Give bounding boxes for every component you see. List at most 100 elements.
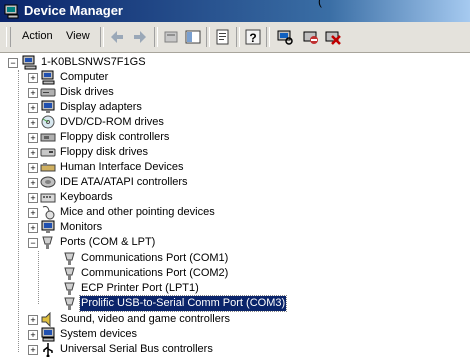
tree-item-hid[interactable]: + Human Interface Devices (0, 160, 360, 175)
expand-toggle[interactable]: + (28, 163, 38, 173)
port-label: ECP Printer Port (LPT1) (81, 282, 199, 294)
port-icon (64, 282, 75, 295)
tree-item-label: Human Interface Devices (60, 161, 184, 173)
port-com3-selected[interactable]: Prolific USB-to-Serial Comm Port (COM3) (48, 295, 378, 312)
device-tree[interactable]: − 1-K0BLSNWS7F1GS + Computer + Disk driv… (0, 53, 470, 357)
hid-icon (40, 163, 56, 172)
monitor-icon (41, 220, 55, 233)
device-manager-icon (4, 4, 19, 19)
monitor-icon (41, 100, 55, 113)
tree-item-label: Mice and other pointing devices (60, 206, 215, 218)
expand-toggle[interactable]: + (28, 73, 38, 83)
tree-item-label: Floppy disk controllers (60, 131, 170, 143)
expand-toggle[interactable]: + (28, 345, 38, 355)
back-arrow-icon[interactable] (108, 28, 126, 46)
mouse-icon (42, 206, 55, 220)
tree-item-label: Display adapters (60, 101, 142, 113)
tree-item-mice[interactable]: + Mice and other pointing devices (0, 205, 360, 220)
title-fragment: ( (318, 0, 322, 8)
speaker-icon (41, 312, 51, 327)
port-com1[interactable]: Communications Port (COM1) (48, 251, 378, 266)
toolbar: Action View ? (0, 22, 470, 53)
computer-icon (22, 55, 37, 70)
tree-item-monitors[interactable]: + Monitors (0, 220, 360, 235)
title-bar: Device Manager ( (0, 0, 470, 22)
tree-item-label: IDE ATA/ATAPI controllers (60, 176, 188, 188)
port-icon (42, 236, 53, 249)
expand-toggle[interactable]: + (28, 103, 38, 113)
tree-item-label: Keyboards (60, 191, 113, 203)
usb-icon (43, 343, 53, 357)
tree-connector (38, 251, 39, 304)
svg-text:?: ? (249, 31, 256, 45)
expand-toggle[interactable]: + (28, 193, 38, 203)
tree-item-system-devices[interactable]: + System devices (0, 327, 360, 342)
scan-hardware-icon[interactable] (276, 28, 294, 46)
disk-drive-icon (40, 88, 56, 97)
toolbar-separator (100, 27, 104, 47)
tree-root[interactable]: − 1-K0BLSNWS7F1GS (8, 55, 308, 70)
controller-icon (40, 133, 56, 142)
system-icon (41, 327, 55, 342)
tree-item-label: DVD/CD-ROM drives (60, 116, 164, 128)
menu-view[interactable]: View (66, 30, 90, 42)
tree-item-display-adapters[interactable]: + Display adapters (0, 100, 360, 115)
tree-item-ports[interactable]: − Ports (COM & LPT) (0, 235, 360, 250)
port-icon (64, 267, 75, 280)
tree-item-label: Universal Serial Bus controllers (60, 343, 213, 355)
tree-item-keyboards[interactable]: + Keyboards (0, 190, 360, 205)
tree-item-computer[interactable]: + Computer (0, 70, 360, 85)
expand-toggle[interactable]: + (28, 223, 38, 233)
port-label: Communications Port (COM2) (81, 267, 229, 279)
expand-toggle[interactable]: + (28, 148, 38, 158)
menu-action[interactable]: Action (22, 30, 53, 42)
tree-item-floppy-drives[interactable]: + Floppy disk drives (0, 145, 360, 160)
ide-icon (40, 176, 56, 188)
port-icon (64, 297, 75, 310)
expand-toggle[interactable]: + (28, 208, 38, 218)
expand-toggle[interactable]: + (28, 330, 38, 340)
toolbar-separator (236, 27, 240, 47)
toolbar-separator (266, 27, 270, 47)
tree-item-dvd-cdrom[interactable]: + DVD/CD-ROM drives (0, 115, 360, 130)
expand-toggle[interactable]: + (28, 133, 38, 143)
tree-item-usb[interactable]: + Universal Serial Bus controllers (0, 342, 380, 357)
port-lpt1[interactable]: ECP Printer Port (LPT1) (48, 281, 378, 296)
tree-item-label: Floppy disk drives (60, 146, 149, 158)
computer-icon (41, 70, 55, 85)
window-title: Device Manager (24, 3, 123, 18)
properties-icon[interactable] (214, 28, 232, 46)
help-icon[interactable]: ? (244, 28, 262, 46)
expand-toggle[interactable]: + (28, 315, 38, 325)
tree-item-label: Ports (COM & LPT) (60, 236, 156, 248)
tree-item-label: Computer (60, 71, 109, 83)
port-com2[interactable]: Communications Port (COM2) (48, 266, 378, 281)
tree-item-label: System devices (60, 328, 138, 340)
tree-item-sound[interactable]: + Sound, video and game controllers (0, 312, 380, 327)
port-label: Communications Port (COM1) (81, 252, 229, 264)
tree-item-floppy-controllers[interactable]: + Floppy disk controllers (0, 130, 360, 145)
tree-item-disk-drives[interactable]: + Disk drives (0, 85, 360, 100)
port-label: Prolific USB-to-Serial Comm Port (COM3) (78, 295, 288, 312)
show-hide-tree-icon[interactable] (184, 28, 202, 46)
expand-toggle[interactable]: + (28, 178, 38, 188)
up-level-icon[interactable] (162, 28, 180, 46)
collapse-toggle[interactable]: − (8, 58, 18, 68)
keyboard-icon (40, 193, 56, 203)
tree-item-label: Sound, video and game controllers (60, 313, 230, 325)
toolbar-separator (154, 27, 158, 47)
expand-toggle[interactable]: + (28, 88, 38, 98)
tree-root-label: 1-K0BLSNWS7F1GS (41, 56, 146, 68)
cdrom-icon (41, 115, 55, 129)
tree-item-ide[interactable]: + IDE ATA/ATAPI controllers (0, 175, 360, 190)
port-icon (64, 252, 75, 265)
disable-device-icon[interactable] (302, 28, 320, 46)
tree-item-label: Disk drives (60, 86, 114, 98)
toolbar-separator (206, 27, 210, 47)
expand-toggle[interactable]: + (28, 118, 38, 128)
forward-arrow-icon[interactable] (131, 28, 149, 46)
toolbar-grip[interactable] (6, 27, 11, 47)
collapse-toggle[interactable]: − (28, 238, 38, 248)
floppy-icon (40, 148, 56, 157)
uninstall-icon[interactable] (324, 28, 342, 46)
